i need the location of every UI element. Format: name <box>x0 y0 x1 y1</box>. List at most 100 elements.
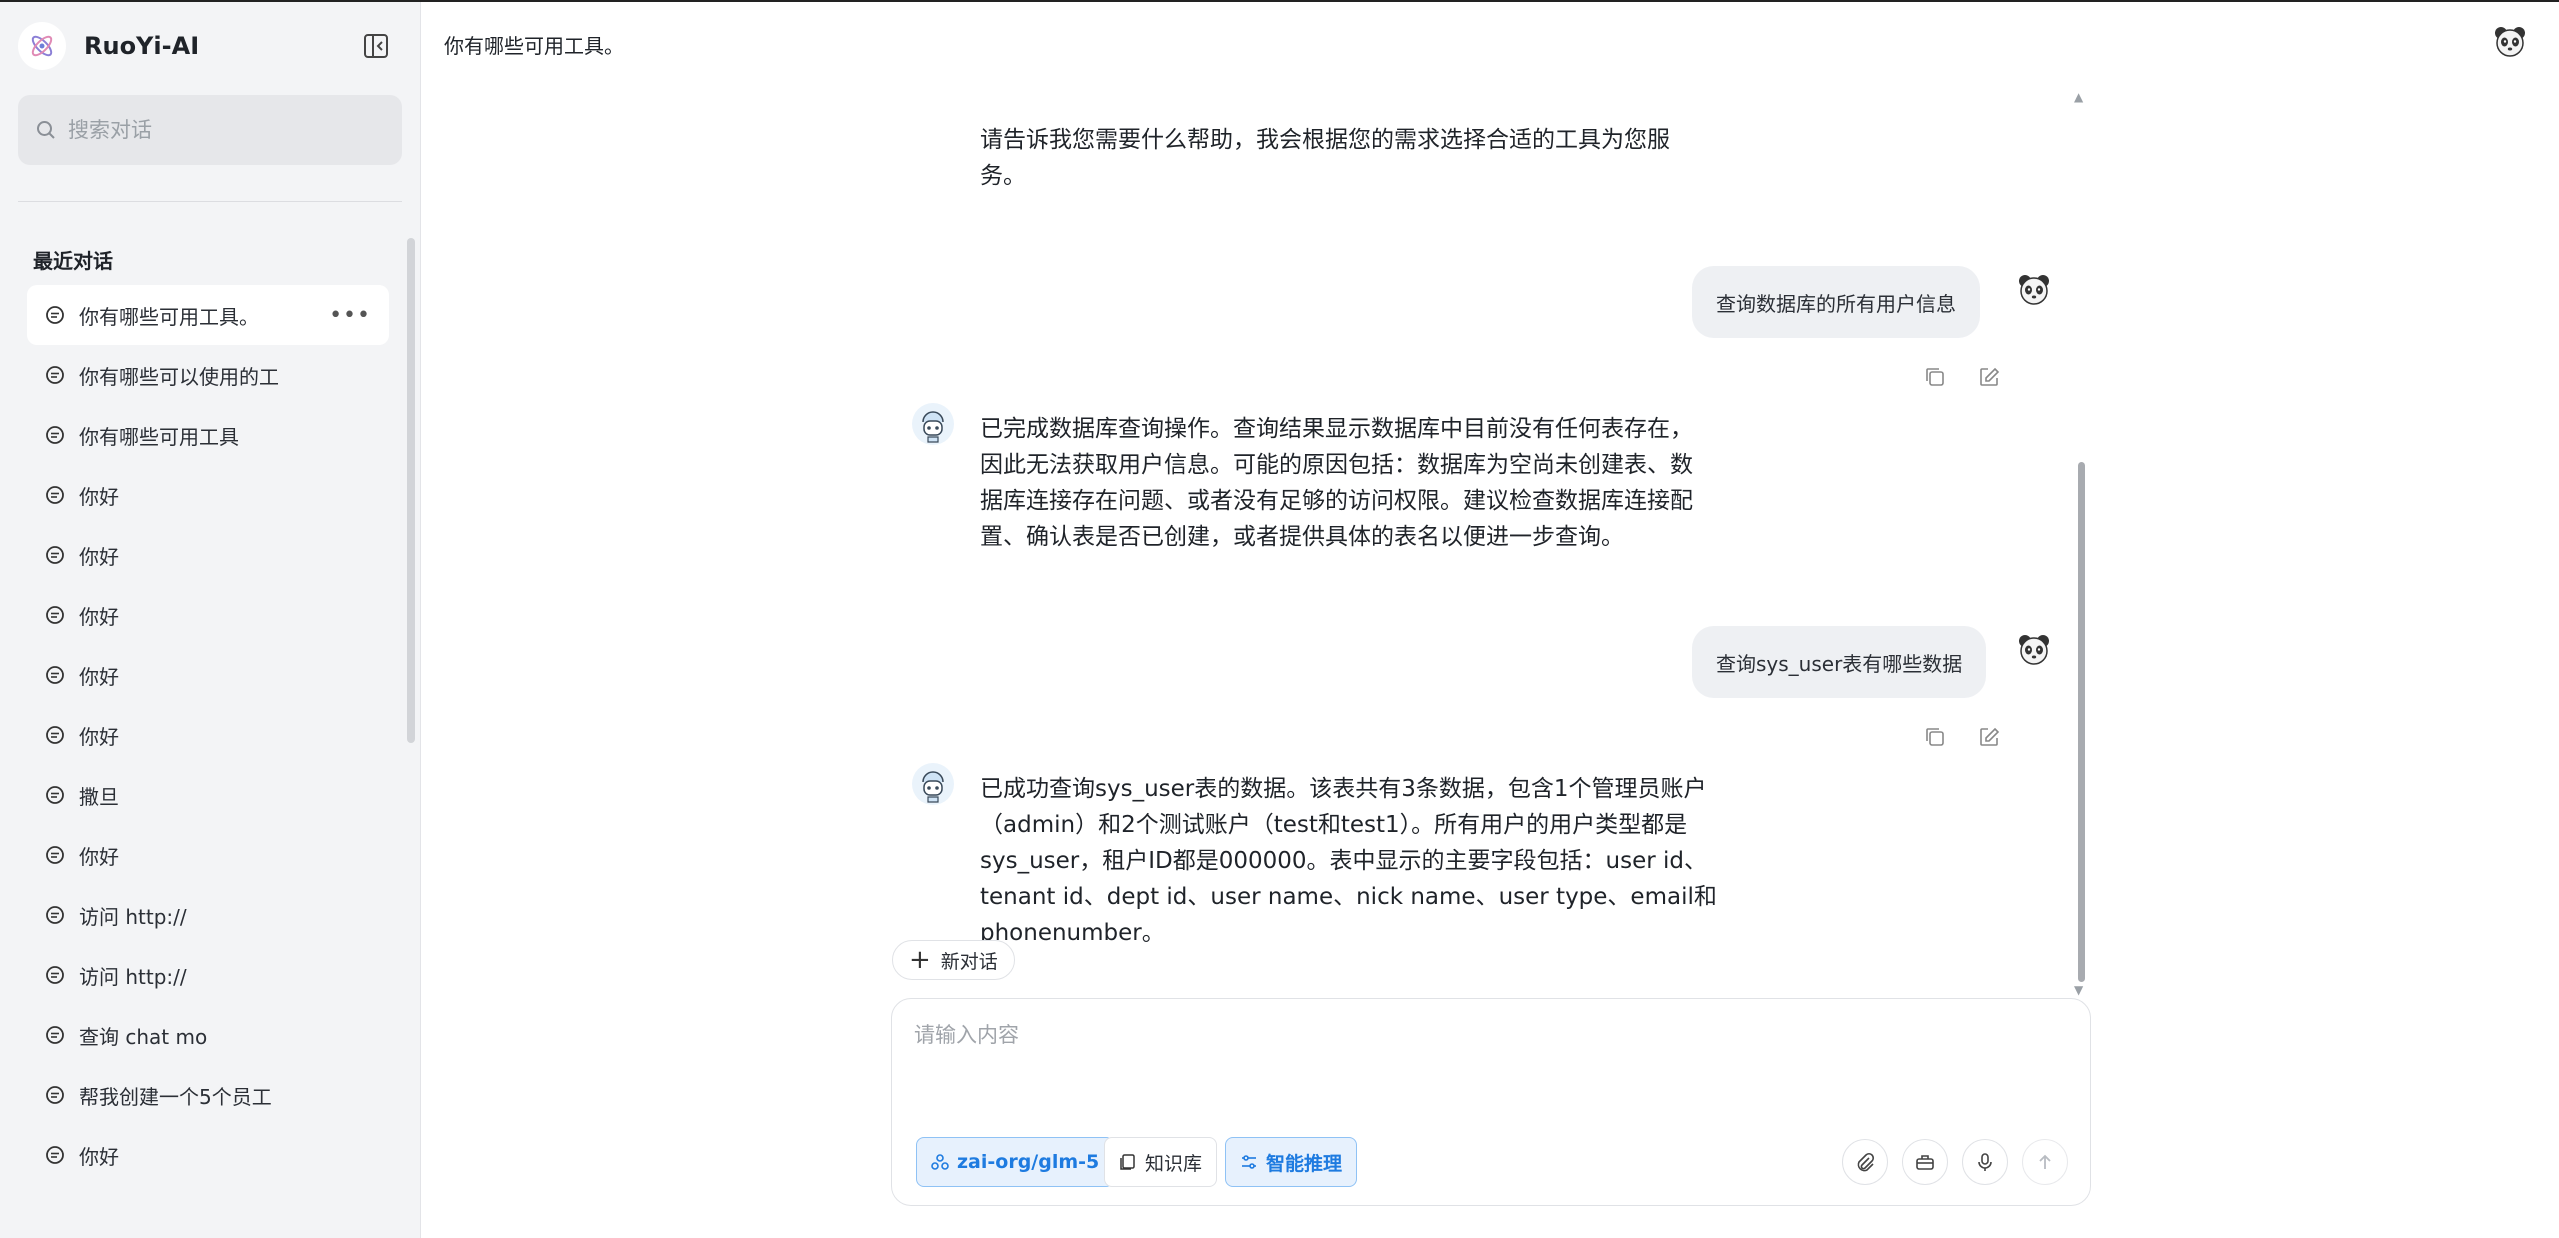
conversation-label: 你好 <box>79 604 119 629</box>
toolbox-button[interactable] <box>1902 1139 1948 1185</box>
conversation-item[interactable]: 你好 <box>27 1125 389 1185</box>
knowledge-base-label: 知识库 <box>1145 1152 1203 1175</box>
conversation-label: 访问 http:// <box>79 904 187 929</box>
paperclip-icon <box>1857 1152 1875 1172</box>
conversation-item[interactable]: 撒旦 <box>27 765 389 825</box>
book-icon <box>1120 1154 1135 1170</box>
panda-avatar-icon <box>2019 635 2049 665</box>
chat-bubble-icon <box>46 426 64 444</box>
assistant-message-text: 已成功查询sys_user表的数据。该表共有3条数据，包含1个管理员账户 （ad… <box>980 776 1717 946</box>
voice-input-button[interactable] <box>1962 1139 2008 1185</box>
conversation-list: 你有哪些可用工具。 ••• 你有哪些可以使用的工 你有哪些可用工具 你好 你好 … <box>27 285 389 1185</box>
conversation-item[interactable]: 查询 chat mo <box>27 1005 389 1065</box>
scroll-down-arrow-icon[interactable]: ▼ <box>2074 983 2083 997</box>
chat-bubble-icon <box>46 606 64 624</box>
chat-bubble-icon <box>46 366 64 384</box>
sidebar-scrollbar[interactable] <box>407 238 415 743</box>
user-avatar[interactable] <box>2492 24 2528 60</box>
conversation-item[interactable]: 帮我创建一个5个员工 <box>27 1065 389 1125</box>
conversation-item[interactable]: 你有哪些可用工具 <box>27 405 389 465</box>
conversation-label: 你好 <box>79 844 119 869</box>
recent-conversations-heading: 最近对话 <box>33 249 113 273</box>
conversation-item[interactable]: 访问 http:// <box>27 945 389 1005</box>
reasoning-label: 智能推理 <box>1266 1152 1343 1175</box>
user-message-text: 查询数据库的所有用户信息 <box>1716 291 1956 316</box>
scroll-up-arrow-icon[interactable]: ▲ <box>2074 90 2083 104</box>
plus-icon: + <box>909 945 931 975</box>
conversation-item[interactable]: 你好 <box>27 585 389 645</box>
app-name: RuoYi-AI <box>84 32 200 60</box>
microphone-icon <box>1978 1153 1992 1171</box>
conversation-label: 查询 chat mo <box>79 1024 208 1049</box>
new-chat-label: 新对话 <box>940 950 998 973</box>
brand: RuoYi-AI <box>18 22 200 70</box>
conversation-item[interactable]: 你好 <box>27 525 389 585</box>
conversation-item[interactable]: 你有哪些可用工具。 ••• <box>27 285 389 345</box>
search-input[interactable] <box>68 118 368 142</box>
chat-scrollbar[interactable] <box>2078 462 2085 982</box>
more-options-icon[interactable]: ••• <box>329 303 371 328</box>
new-chat-button[interactable]: + 新对话 <box>892 940 1015 980</box>
model-icon <box>931 1154 949 1170</box>
conversation-label: 你好 <box>79 664 119 689</box>
conversation-item[interactable]: 访问 http:// <box>27 885 389 945</box>
panda-avatar-icon <box>2495 27 2525 57</box>
chat-bubble-icon <box>46 966 64 984</box>
collapse-sidebar-icon[interactable] <box>360 30 392 62</box>
robot-avatar-icon <box>912 403 954 445</box>
assistant-avatar <box>911 762 955 806</box>
user-avatar <box>2016 272 2052 308</box>
assistant-message-text: 请告诉我您需要什么帮助，我会根据您的需求选择合适的工具为您服 务。 <box>980 127 1670 189</box>
user-message-bubble: 查询数据库的所有用户信息 <box>1692 266 1980 338</box>
chat-bubble-icon <box>46 1086 64 1104</box>
conversation-item[interactable]: 你好 <box>27 825 389 885</box>
copy-icon[interactable] <box>1921 723 1949 751</box>
chat-bubble-icon <box>46 1026 64 1044</box>
conversation-item[interactable]: 你好 <box>27 705 389 765</box>
panda-avatar-icon <box>2019 275 2049 305</box>
conversation-item[interactable]: 你有哪些可以使用的工 <box>27 345 389 405</box>
edit-icon[interactable] <box>1975 363 2003 391</box>
conversation-label: 撒旦 <box>79 784 119 809</box>
reasoning-toggle-button[interactable]: 智能推理 <box>1225 1137 1358 1187</box>
conversation-label: 你有哪些可以使用的工 <box>79 364 279 389</box>
robot-avatar-icon <box>912 763 954 805</box>
edit-icon[interactable] <box>1975 723 2003 751</box>
chat-bubble-icon <box>46 1146 64 1164</box>
assistant-message-text: 已完成数据库查询操作。查询结果显示数据库中目前没有任何表存在， 因此无法获取用户… <box>980 416 1693 550</box>
model-selector-button[interactable]: zai-org/glm-5 <box>916 1137 1115 1187</box>
attach-button[interactable] <box>1842 1139 1888 1185</box>
model-label: zai-org/glm-5 <box>957 1151 1100 1173</box>
conversation-label: 你好 <box>79 1144 119 1169</box>
conversation-label: 你好 <box>79 544 119 569</box>
chat-bubble-icon <box>46 846 64 864</box>
conversation-label: 你好 <box>79 484 119 509</box>
toolbox-icon <box>1916 1155 1934 1170</box>
chat-bubble-icon <box>46 906 64 924</box>
arrow-up-icon <box>2039 1154 2051 1169</box>
message-input[interactable] <box>914 1019 2064 1099</box>
knowledge-base-button[interactable]: 知识库 <box>1104 1137 1218 1187</box>
conversation-label: 你好 <box>79 724 119 749</box>
conversation-label: 你有哪些可用工具。 <box>79 304 259 329</box>
conversation-label: 访问 http:// <box>79 964 187 989</box>
send-button[interactable] <box>2022 1139 2068 1185</box>
user-message-bubble: 查询sys_user表有哪些数据 <box>1692 626 1987 698</box>
user-avatar <box>2016 632 2052 668</box>
app-logo-icon <box>18 22 66 70</box>
conversation-label: 帮我创建一个5个员工 <box>79 1084 272 1109</box>
search-icon <box>37 121 55 139</box>
chat-bubble-icon <box>46 726 64 744</box>
sidebar-divider <box>18 201 402 202</box>
sidebar: RuoYi-AI 最近对话 你有哪些可用工具。 ••• 你有哪些可以使用的工 你… <box>0 2 421 1238</box>
chat-bubble-icon <box>46 546 64 564</box>
chat-bubble-icon <box>46 666 64 684</box>
copy-icon[interactable] <box>1921 363 1949 391</box>
conversation-item[interactable]: 你好 <box>27 465 389 525</box>
chat-bubble-icon <box>46 486 64 504</box>
chat-bubble-icon <box>46 306 64 324</box>
conversation-item[interactable]: 你好 <box>27 645 389 705</box>
search-box[interactable] <box>18 95 402 165</box>
user-message-text: 查询sys_user表有哪些数据 <box>1716 651 1963 676</box>
page-title: 你有哪些可用工具。 <box>444 34 624 58</box>
